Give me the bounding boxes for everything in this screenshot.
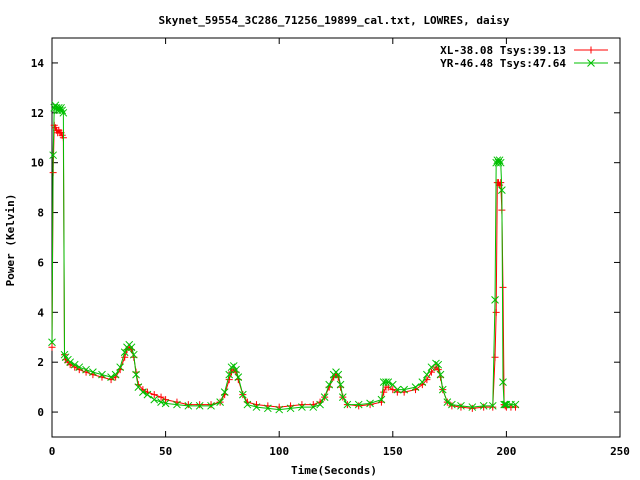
series-line <box>51 104 516 411</box>
y-tick-label: 2 <box>37 356 44 369</box>
chart-title: Skynet_59554_3C286_71256_19899_cal.txt, … <box>159 14 510 27</box>
y-tick-label: 14 <box>31 57 45 70</box>
y-tick-label: 12 <box>31 107 44 120</box>
x-tick-label: 0 <box>49 445 56 458</box>
y-axis-label: Power (Kelvin) <box>4 194 17 287</box>
x-tick-label: 250 <box>610 445 630 458</box>
x-tick-label: 150 <box>383 445 403 458</box>
y-tick-label: 6 <box>37 256 44 269</box>
legend-label: XL-38.08 Tsys:39.13 <box>440 44 566 57</box>
data-point <box>468 404 476 412</box>
data-point <box>480 403 488 411</box>
data-point <box>587 46 595 54</box>
series-2 <box>48 101 520 414</box>
x-tick-label: 50 <box>159 445 172 458</box>
legend-label: YR-46.48 Tsys:47.64 <box>440 57 566 70</box>
y-tick-label: 10 <box>31 157 44 170</box>
data-point <box>184 401 192 409</box>
y-tick-label: 8 <box>37 207 44 220</box>
x-tick-label: 200 <box>496 445 516 458</box>
data-point <box>492 308 500 316</box>
data-point <box>499 283 507 291</box>
chart-svg: Skynet_59554_3C286_71256_19899_cal.txt, … <box>4 14 630 477</box>
data-point <box>196 401 204 409</box>
plot-area: 0 50 100 150 200 250 0 2 4 6 8 10 12 14 <box>31 37 630 458</box>
data-point <box>457 403 465 411</box>
y-tick-label: 0 <box>37 406 44 419</box>
x-tick-label: 100 <box>269 445 289 458</box>
data-point <box>355 402 363 410</box>
y-tick-label: 4 <box>37 306 44 319</box>
x-axis-label: Time(Seconds) <box>291 464 377 477</box>
data-point <box>491 353 499 361</box>
legend: XL-38.08 Tsys:39.13YR-46.48 Tsys:47.64 <box>440 44 608 70</box>
